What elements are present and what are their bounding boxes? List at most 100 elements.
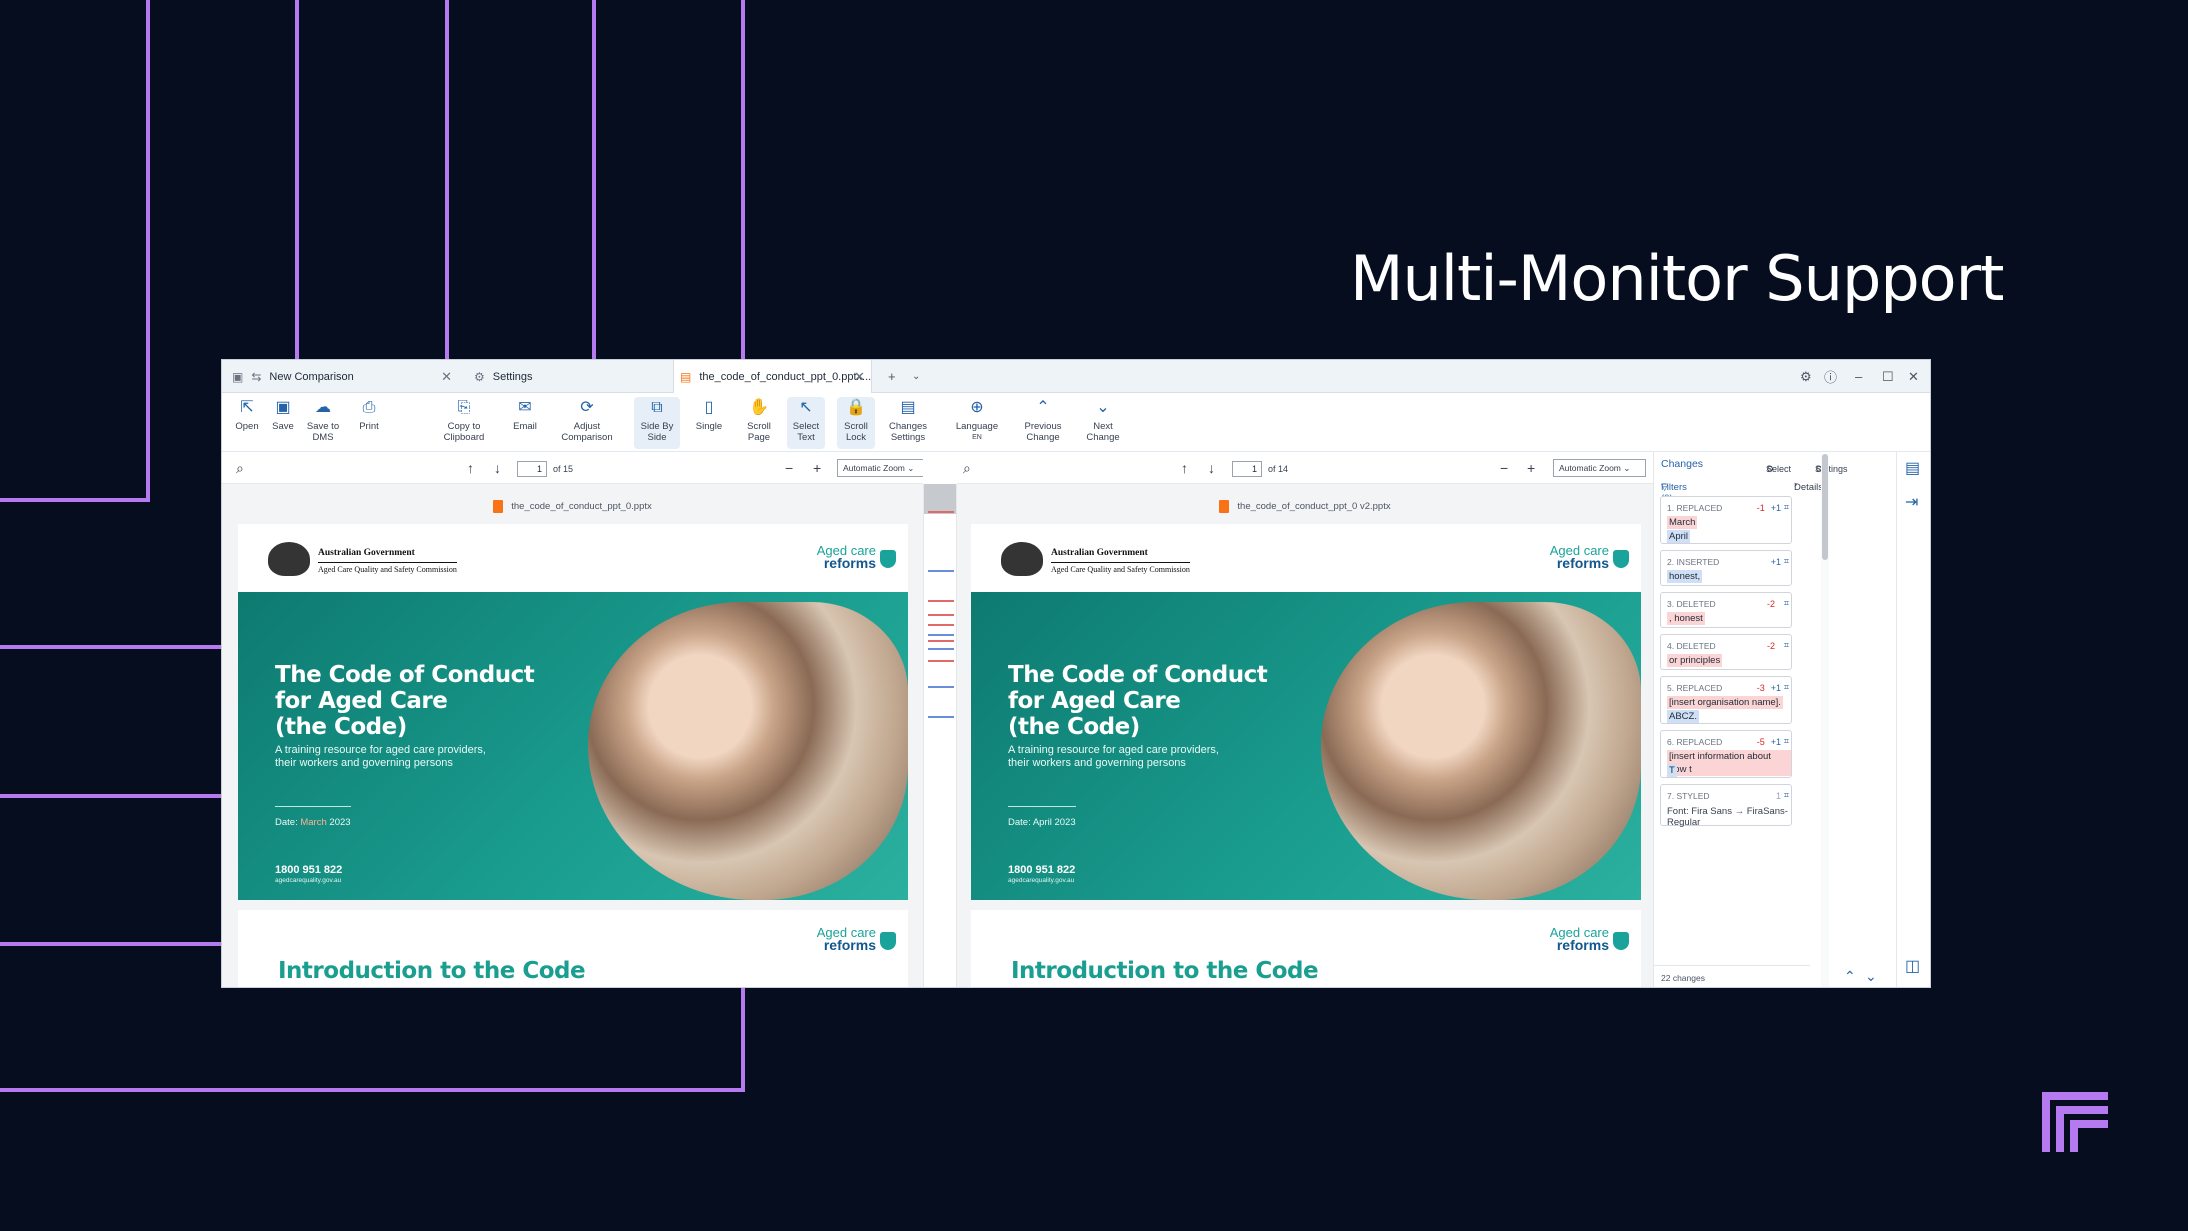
change-marker[interactable]	[928, 511, 954, 513]
tag-icon[interactable]: ⌗	[1784, 502, 1789, 513]
changes-panel-icon[interactable]: ▤	[1905, 458, 1920, 478]
change-item[interactable]: 6. REPLACED -5 +1 ⌗ [insert information a…	[1660, 730, 1792, 778]
single-button[interactable]: ▯ Single	[692, 397, 726, 449]
chevron-down-icon: ⌄	[907, 463, 915, 473]
added-text: April	[1667, 530, 1691, 543]
removed-count: -2	[1766, 641, 1775, 651]
zoom-select[interactable]: Automatic Zoom ⌄	[837, 459, 923, 477]
search-icon[interactable]: ⌕	[236, 452, 244, 484]
zoom-select[interactable]: Automatic Zoom ⌄	[1553, 459, 1646, 477]
settings-icon[interactable]: ⚙	[1800, 360, 1812, 393]
panel-toggle-icon[interactable]: ◫	[1905, 956, 1920, 976]
settings-label: Settings	[1815, 464, 1848, 474]
change-heading: 6. REPLACED	[1667, 737, 1723, 747]
change-overview-strip[interactable]	[923, 484, 957, 987]
changes-scrollbar[interactable]	[1821, 454, 1829, 987]
change-marker[interactable]	[928, 600, 954, 602]
help-icon[interactable]: ⓘ	[1824, 360, 1837, 393]
arrow-down-icon[interactable]: ↓	[494, 452, 501, 484]
previous-change-button[interactable]: ⌃ Previous Change	[1018, 397, 1068, 449]
export-icon[interactable]: ⇥	[1905, 492, 1918, 512]
added-text: T	[1667, 764, 1677, 777]
arrow-up-icon[interactable]: ↑	[467, 452, 474, 484]
changed-date-month[interactable]: March	[300, 817, 326, 828]
save-label: Save	[272, 421, 294, 432]
next-change-button[interactable]: ⌄ Next Change	[1080, 397, 1126, 449]
hero-photo	[1321, 602, 1641, 900]
viewport-indicator[interactable]	[924, 484, 956, 514]
tag-icon[interactable]: ⌗	[1784, 682, 1789, 693]
removed-text: March	[1667, 516, 1698, 529]
search-icon[interactable]: ⌕	[963, 452, 971, 484]
print-button[interactable]: ⎙ Print	[354, 397, 384, 449]
change-item[interactable]: 4. DELETED -2 ⌗ or principles	[1660, 634, 1792, 670]
scroll-lock-button[interactable]: 🔒 Scroll Lock	[837, 397, 875, 449]
maximize-button[interactable]: ☐	[1882, 360, 1894, 393]
tag-icon[interactable]: ⌗	[1784, 640, 1789, 651]
zoom-out-button[interactable]: −	[785, 452, 793, 484]
change-marker[interactable]	[928, 614, 954, 616]
close-icon[interactable]: ✕	[441, 369, 452, 385]
arrow-up-icon[interactable]: ↑	[1181, 452, 1188, 484]
save-to-dms-label: Save to DMS	[306, 421, 340, 443]
change-item[interactable]: 5. REPLACED -3 +1 ⌗ [insert organisation …	[1660, 676, 1792, 724]
tag-icon[interactable]: ⌗	[1784, 556, 1789, 567]
change-marker[interactable]	[928, 660, 954, 662]
zoom-out-button[interactable]: −	[1500, 452, 1508, 484]
details-button[interactable]: Details ›	[1794, 479, 1823, 493]
window-close-button[interactable]: ✕	[1908, 360, 1919, 393]
tab-settings[interactable]: ⚙ Settings ✕	[468, 360, 692, 393]
arrow-down-icon[interactable]: ↓	[1208, 452, 1215, 484]
change-marker[interactable]	[928, 624, 954, 626]
tag-icon[interactable]: ⌗	[1784, 598, 1789, 609]
pptx-file-icon	[1219, 500, 1230, 513]
scroll-page-button[interactable]: ✋ Scroll Page	[740, 397, 778, 449]
page-number-input[interactable]: 1	[1232, 461, 1262, 477]
chevron-down-icon[interactable]: ⌄	[1865, 968, 1877, 985]
save-to-dms-button[interactable]: ☁ Save to DMS	[306, 397, 340, 449]
slide-title: The Code of Conduct for Aged Care (the C…	[1008, 662, 1268, 740]
minimize-button[interactable]: –	[1855, 360, 1862, 393]
change-item[interactable]: 2. INSERTED +1 ⌗ honest,	[1660, 550, 1792, 586]
copy-to-clipboard-button[interactable]: ⎘ Copy to Clipboard	[442, 397, 486, 449]
lock-label: Scroll Lock	[844, 421, 868, 443]
scrollbar-thumb[interactable]	[1822, 454, 1828, 560]
change-item[interactable]: 1. REPLACED -1 +1 ⌗ March April	[1660, 496, 1792, 544]
style-change-text: Font: Fira Sans → FiraSans-Regular	[1667, 806, 1791, 828]
added-count: +1	[1770, 683, 1781, 693]
zoom-in-button[interactable]: +	[813, 452, 821, 484]
change-marker[interactable]	[928, 570, 954, 572]
zoom-in-button[interactable]: +	[1527, 452, 1535, 484]
change-marker[interactable]	[928, 716, 954, 718]
change-marker[interactable]	[928, 686, 954, 688]
tag-icon[interactable]: ⌗	[1784, 790, 1789, 801]
open-button[interactable]: ⇱ Open	[232, 397, 262, 449]
tab-new-comparison[interactable]: ▣ ⇆ New Comparison ✕	[222, 360, 458, 393]
chevron-up-icon[interactable]: ⌃	[1844, 968, 1856, 985]
open-icon: ⇱	[240, 399, 254, 416]
page-number-input[interactable]: 1	[517, 461, 547, 477]
tab-document[interactable]: ▤ the_code_of_conduct_ppt_0.pptx... ✕	[673, 360, 872, 393]
change-item[interactable]: 7. STYLED 1 ⌗ Font: Fira Sans → FiraSans…	[1660, 784, 1792, 828]
change-item[interactable]: 3. DELETED -2 ⌗ , honest	[1660, 592, 1792, 628]
change-marker[interactable]	[928, 648, 954, 650]
slide-date: Date: March 2023	[275, 806, 351, 828]
save-button[interactable]: ▣ Save	[268, 397, 298, 449]
side-by-side-button[interactable]: ⧉ Side By Side	[634, 397, 680, 449]
language-button[interactable]: ⊕ Language EN	[952, 397, 1002, 449]
chevron-down-icon[interactable]: ⌄	[912, 360, 920, 393]
tab-bar: ▣ ⇆ New Comparison ✕ ⚙ Settings ✕ ▤ the_…	[222, 360, 1930, 393]
change-marker[interactable]	[928, 634, 954, 636]
new-tab-button[interactable]: +	[888, 360, 896, 393]
select-text-button[interactable]: ↖ Select Text	[787, 397, 825, 449]
changes-settings-button[interactable]: ▤ Changes Settings	[886, 397, 930, 449]
tag-icon[interactable]: ⌗	[1784, 736, 1789, 747]
email-button[interactable]: ✉ Email	[510, 397, 540, 449]
email-icon: ✉	[518, 399, 532, 416]
brand-line-2: reforms	[823, 555, 876, 571]
close-icon[interactable]: ✕	[854, 369, 865, 385]
adjust-comparison-button[interactable]: ⟳ Adjust Comparison	[557, 397, 617, 449]
sidebar-toggle-icon[interactable]: ▣	[232, 370, 243, 384]
left-pane-toolbar: ⌕ ↑ ↓ 1 of 15 − + Automatic Zoom ⌄	[222, 452, 923, 484]
change-marker[interactable]	[928, 640, 954, 642]
